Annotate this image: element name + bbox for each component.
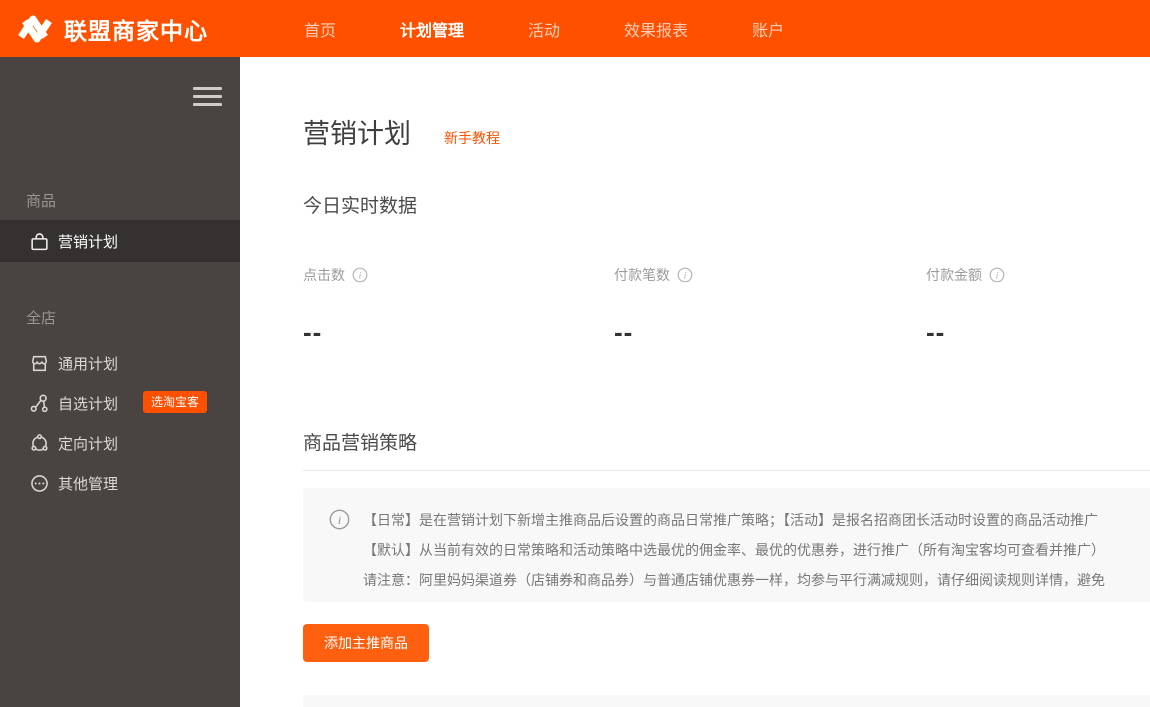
svg-text:i: i [684, 270, 687, 280]
page-title: 营销计划 [303, 119, 411, 149]
main-content: 营销计划 新手教程 今日实时数据 点击数 i -- 付款笔数 i -- 付款金额 [240, 57, 1150, 707]
shopping-bag-icon [29, 231, 50, 252]
tutorial-link[interactable]: 新手教程 [444, 128, 500, 148]
sidebar-item-other-management[interactable]: 其他管理 [0, 462, 240, 504]
alimama-logo-icon [18, 15, 52, 42]
notice-line: 【默认】从当前有效的日常策略和活动策略中选最优的佣金率、最优的优惠券，进行推广（… [363, 542, 1105, 558]
storefront-icon [29, 353, 50, 374]
nav-account[interactable]: 账户 [752, 17, 784, 41]
sidebar-item-targeted-plan[interactable]: 定向计划 [0, 422, 240, 464]
stat-paid-amount: 付款金额 i -- [926, 265, 1150, 347]
sidebar-item-self-select-plan[interactable]: 自选计划 选淘宝客 [0, 382, 240, 424]
sidebar-item-label: 通用计划 [58, 355, 119, 373]
hamburger-icon[interactable] [193, 87, 222, 106]
stat-paid-orders: 付款笔数 i -- [614, 265, 914, 347]
stat-value: -- [926, 317, 946, 347]
info-icon: i [329, 509, 350, 530]
sidebar-item-general-plan[interactable]: 通用计划 [0, 342, 240, 384]
top-nav: 首页 计划管理 活动 效果报表 账户 [304, 0, 848, 57]
notice-text: 【日常】是在营销计划下新增主推商品后设置的商品日常推广策略；【活动】是报名招商团… [363, 505, 1105, 595]
sidebar-item-marketing-plan[interactable]: 营销计划 [0, 220, 240, 262]
share-nodes-icon [29, 393, 50, 414]
nav-plan-management[interactable]: 计划管理 [400, 17, 464, 41]
stat-clicks: 点击数 i -- [303, 265, 603, 347]
page-title-row: 营销计划 新手教程 [303, 112, 500, 151]
target-nodes-icon [29, 433, 50, 454]
nav-reports[interactable]: 效果报表 [624, 17, 688, 41]
more-circle-icon [29, 473, 50, 494]
sidebar-group-goods: 商品 [26, 193, 57, 210]
app-header: 联盟商家中心 首页 计划管理 活动 效果报表 账户 [0, 0, 1150, 57]
stat-value: -- [303, 317, 323, 347]
stat-label: 点击数 [303, 267, 345, 283]
svg-text:i: i [338, 513, 341, 527]
svg-text:i: i [996, 270, 999, 280]
strategy-section-title: 商品营销策略 [303, 433, 418, 454]
stat-label: 付款金额 [926, 267, 982, 283]
sidebar-item-label: 自选计划 [58, 395, 119, 413]
sidebar-item-label: 其他管理 [58, 475, 119, 493]
add-main-product-button[interactable]: 添加主推商品 [303, 624, 429, 662]
today-data-section-title: 今日实时数据 [303, 196, 418, 217]
brand[interactable]: 联盟商家中心 [14, 0, 208, 57]
section-divider [303, 470, 1150, 471]
brand-title: 联盟商家中心 [64, 17, 208, 44]
taoke-badge: 选淘宝客 [143, 391, 208, 413]
sidebar: 商品 营销计划 全店 通用计划 自选计划 选淘宝客 定向计划 其他管理 [0, 57, 240, 707]
info-icon[interactable]: i [677, 267, 693, 283]
notice-line: 【日常】是在营销计划下新增主推商品后设置的商品日常推广策略；【活动】是报名招商团… [363, 512, 1098, 528]
stat-label: 付款笔数 [614, 267, 670, 283]
notice-banner: i 【日常】是在营销计划下新增主推商品后设置的商品日常推广策略；【活动】是报名招… [303, 488, 1150, 602]
stat-value: -- [614, 317, 634, 347]
sidebar-item-label: 定向计划 [58, 435, 119, 453]
notice-line: 请注意：阿里妈妈渠道券（店铺券和商品券）与普通店铺优惠券一样，均参与平行满减规则… [363, 572, 1105, 588]
sidebar-item-label: 营销计划 [58, 233, 119, 251]
svg-text:i: i [359, 270, 362, 280]
info-icon[interactable]: i [989, 267, 1005, 283]
sidebar-group-whole-store: 全店 [26, 310, 57, 327]
table-header-block [303, 695, 1150, 707]
nav-activities[interactable]: 活动 [528, 17, 560, 41]
nav-home[interactable]: 首页 [304, 17, 336, 41]
info-icon[interactable]: i [352, 267, 368, 283]
